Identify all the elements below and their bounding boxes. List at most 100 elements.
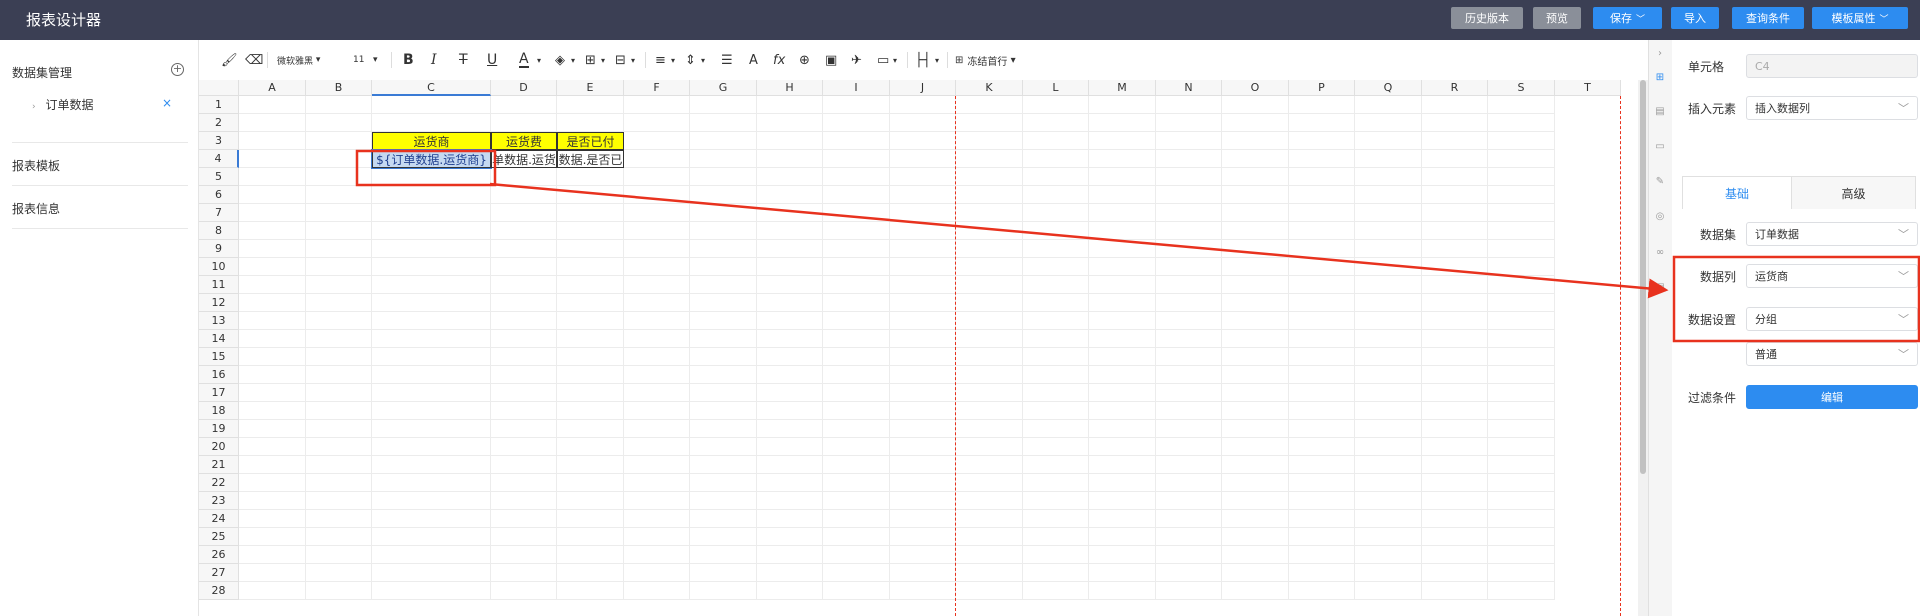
grid-cell[interactable]	[306, 276, 372, 294]
grid-cell[interactable]	[491, 276, 557, 294]
column-header[interactable]: T	[1555, 80, 1621, 96]
grid-cell[interactable]	[1222, 348, 1289, 366]
grid-cell[interactable]	[1289, 582, 1355, 600]
grid-cell[interactable]	[491, 582, 557, 600]
grid-cell[interactable]	[690, 456, 757, 474]
grid-cell[interactable]	[372, 96, 491, 114]
grid-cell[interactable]	[956, 492, 1023, 510]
grid-cell[interactable]	[823, 438, 890, 456]
grid-cell[interactable]	[239, 438, 306, 456]
grid-cell[interactable]	[624, 456, 690, 474]
grid-cell[interactable]	[823, 474, 890, 492]
data-column-select[interactable]: 运货商 ﹀	[1746, 264, 1918, 288]
tab-basic[interactable]: 基础	[1682, 176, 1792, 210]
grid-cell[interactable]	[1422, 564, 1488, 582]
grid-cell[interactable]	[557, 510, 624, 528]
grid-cell[interactable]	[1222, 456, 1289, 474]
grid-cell[interactable]	[1355, 240, 1422, 258]
grid-cell[interactable]	[1422, 492, 1488, 510]
grid-cell[interactable]	[956, 546, 1023, 564]
chevron-down-icon[interactable]: ▾	[537, 52, 541, 68]
grid-cell[interactable]	[491, 330, 557, 348]
grid-cell[interactable]	[1422, 420, 1488, 438]
grid-cell[interactable]	[890, 96, 956, 114]
grid-cell[interactable]	[823, 276, 890, 294]
grid-cell[interactable]	[239, 546, 306, 564]
grid-cell[interactable]	[624, 96, 690, 114]
grid-cell[interactable]	[956, 294, 1023, 312]
grid-cell[interactable]	[757, 312, 823, 330]
grid-cell[interactable]	[1089, 582, 1156, 600]
grid-cell[interactable]	[1289, 132, 1355, 150]
format-painter-icon[interactable]: 🖌	[221, 52, 238, 68]
grid-cell[interactable]	[1156, 276, 1222, 294]
template-properties-button[interactable]: 模板属性 ﹀	[1812, 7, 1908, 29]
grid-cell[interactable]	[690, 132, 757, 150]
grid-cell[interactable]	[491, 294, 557, 312]
grid-cell[interactable]	[1222, 546, 1289, 564]
grid-cell[interactable]	[1156, 150, 1222, 168]
grid-cell[interactable]	[1488, 330, 1555, 348]
grid-cell[interactable]	[491, 564, 557, 582]
grid-cell[interactable]	[1089, 276, 1156, 294]
grid-cell[interactable]	[1289, 528, 1355, 546]
grid-cell[interactable]	[1422, 222, 1488, 240]
grid-cell[interactable]	[956, 132, 1023, 150]
grid-cell[interactable]	[557, 240, 624, 258]
grid-cell[interactable]	[372, 402, 491, 420]
grid-cell[interactable]	[1222, 222, 1289, 240]
grid-cell[interactable]	[1488, 204, 1555, 222]
grid-cell[interactable]	[956, 222, 1023, 240]
column-header[interactable]: L	[1023, 80, 1089, 96]
grid-cell[interactable]	[557, 294, 624, 312]
grid-cell[interactable]	[757, 546, 823, 564]
grid-cell[interactable]	[1156, 312, 1222, 330]
grid-cell[interactable]	[1422, 384, 1488, 402]
grid-cell[interactable]	[823, 492, 890, 510]
row-header[interactable]: 24	[199, 510, 239, 528]
chevron-down-icon[interactable]: ▾	[935, 52, 939, 68]
merge-cells-icon[interactable]: ⊟	[615, 52, 626, 68]
grid-cell[interactable]	[757, 402, 823, 420]
grid-cell[interactable]	[1023, 240, 1089, 258]
column-header[interactable]: D	[491, 80, 557, 96]
grid-cell[interactable]	[890, 240, 956, 258]
grid-cell[interactable]	[624, 276, 690, 294]
grid-cell[interactable]	[956, 366, 1023, 384]
grid-cell[interactable]	[372, 330, 491, 348]
grid-cell[interactable]	[557, 474, 624, 492]
grid-cell[interactable]	[1355, 258, 1422, 276]
chevron-down-icon[interactable]: ▾	[701, 52, 705, 68]
grid-cell[interactable]	[1023, 204, 1089, 222]
grid-cell[interactable]	[1089, 150, 1156, 168]
grid-cell[interactable]	[1156, 348, 1222, 366]
grid-cell[interactable]	[1089, 564, 1156, 582]
grid-cell[interactable]	[1089, 114, 1156, 132]
grid-cell[interactable]	[1289, 240, 1355, 258]
grid-cell[interactable]	[1422, 186, 1488, 204]
grid-cell[interactable]	[624, 384, 690, 402]
grid-cell[interactable]	[239, 240, 306, 258]
grid-cell[interactable]	[890, 204, 956, 222]
grid-cell[interactable]	[890, 582, 956, 600]
grid-cell[interactable]	[690, 330, 757, 348]
grid-cell[interactable]	[1156, 420, 1222, 438]
grid-cell[interactable]	[491, 366, 557, 384]
grid-cell[interactable]	[1355, 492, 1422, 510]
grid-cell[interactable]	[890, 114, 956, 132]
row-header[interactable]: 9	[199, 240, 239, 258]
report-templates-item[interactable]: 报表模板	[12, 142, 188, 186]
import-button[interactable]: 导入	[1671, 7, 1719, 29]
grid-cell[interactable]	[690, 204, 757, 222]
grid-cell[interactable]	[624, 240, 690, 258]
grid-cell[interactable]	[624, 474, 690, 492]
grid-cell[interactable]	[1222, 240, 1289, 258]
grid-cell[interactable]	[306, 438, 372, 456]
grid-cell[interactable]	[1488, 186, 1555, 204]
grid-cell[interactable]	[1156, 366, 1222, 384]
grid-cell[interactable]	[1222, 258, 1289, 276]
grid-cell[interactable]	[1023, 366, 1089, 384]
grid-cell[interactable]	[823, 114, 890, 132]
grid-cell[interactable]	[757, 582, 823, 600]
grid-cell[interactable]	[1355, 546, 1422, 564]
